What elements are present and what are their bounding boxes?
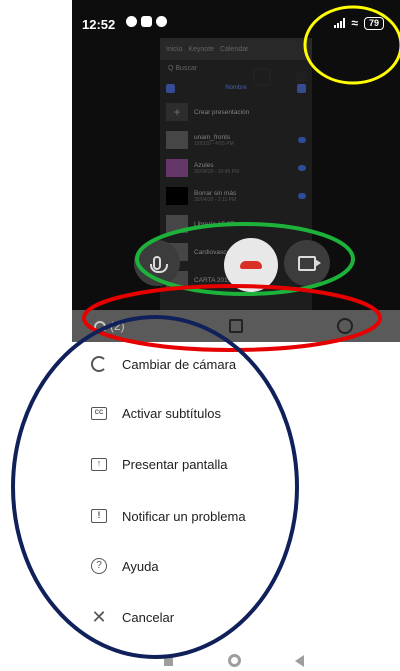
video-camera-icon [298, 255, 321, 271]
wifi-icon: ≈ [351, 16, 358, 30]
shield-icon [126, 16, 137, 27]
list-item: Azules 30/04/20 - 10:45 PM [160, 154, 312, 182]
help-icon: ? [90, 557, 108, 575]
drive-toolbar: Nombre [160, 78, 312, 98]
file-name: Azules [194, 161, 214, 169]
microphone-icon [150, 256, 168, 273]
drive-tab: Calendar [220, 45, 249, 53]
drive-tab: Inicio [166, 45, 183, 53]
call-tab-bar: (2) [72, 310, 400, 342]
file-thumbnail [166, 187, 188, 205]
switch-camera-icon [90, 355, 108, 373]
status-time: 12:52 [82, 17, 116, 32]
file-name: Librería 15.27 [194, 220, 235, 228]
app-notification-icon [141, 16, 152, 27]
battery-indicator: 79 [363, 16, 384, 30]
menu-label: Notificar un problema [122, 508, 246, 524]
sort-label: Nombre [225, 85, 247, 91]
file-name: Borrar sin más [194, 189, 237, 197]
drive-tab: Keynote [188, 45, 215, 53]
folder-icon [166, 83, 175, 93]
menu-item-present-screen[interactable]: ↑ Presentar pantalla [0, 444, 400, 484]
captions-icon: CC [90, 404, 108, 422]
menu-label: Ayuda [122, 558, 159, 574]
view-icon [297, 83, 306, 93]
menu-item-help[interactable]: ? Ayuda [0, 546, 400, 586]
drive-tabs: Inicio Keynote Calendar [160, 38, 312, 60]
menu-item-captions[interactable]: CC Activar subtítulos [0, 393, 400, 433]
feedback-icon: ! [90, 507, 108, 525]
tab-chat[interactable] [229, 319, 243, 333]
people-icon [94, 321, 106, 331]
present-screen-icon: ↑ [90, 455, 108, 473]
file-thumbnail [166, 159, 188, 177]
camera-toggle-button[interactable] [284, 240, 330, 286]
tab-info[interactable] [337, 318, 353, 334]
menu-label: Cambiar de cámara [122, 356, 237, 372]
file-date: 30/04/20 - 10:45 PM [194, 168, 240, 175]
cloud-icon [298, 165, 306, 171]
end-call-button[interactable] [224, 238, 278, 292]
signal-icon [334, 18, 346, 28]
file-name: Crear presentación [194, 108, 250, 116]
status-bar: 12:52 ≈ 79 [72, 0, 400, 34]
add-icon: + [166, 103, 188, 121]
menu-label: Activar subtítulos [122, 405, 221, 421]
mute-button[interactable] [134, 240, 180, 286]
menu-item-cancel[interactable]: ✕ Cancelar [0, 597, 400, 637]
menu-label: Presentar pantalla [122, 456, 228, 472]
location-icon [156, 16, 167, 27]
tab-participants[interactable]: (2) [94, 319, 125, 333]
list-item: Librería 15.27 [160, 210, 312, 238]
participant-count: (2) [110, 319, 125, 333]
close-icon: ✕ [91, 607, 107, 627]
status-right: ≈ 79 [334, 16, 384, 30]
system-nav-bar [0, 640, 400, 671]
file-date: 1/05/20 - 4:55 PM [194, 140, 234, 147]
file-name: unam_fronts [194, 133, 231, 141]
cloud-icon [298, 193, 306, 199]
menu-label: Cancelar [122, 609, 175, 625]
recents-button[interactable] [164, 657, 173, 666]
call-screen: 12:52 ≈ 79 Inicio Keynote Calendar Q Bus… [72, 0, 400, 310]
drive-search: Q Buscar [168, 65, 198, 72]
file-thumbnail [166, 215, 188, 233]
back-button[interactable] [295, 655, 304, 667]
notification-icons [126, 16, 167, 27]
menu-item-switch-camera[interactable]: Cambiar de cámara [0, 344, 400, 384]
file-date: 28/04/20 - 3:11 PM [194, 196, 237, 203]
list-item: + Crear presentación [160, 98, 312, 126]
list-item: unam_fronts 1/05/20 - 4:55 PM [160, 126, 312, 154]
hang-up-icon [240, 261, 262, 269]
menu-item-report-problem[interactable]: ! Notificar un problema [0, 496, 400, 536]
file-thumbnail [166, 131, 188, 149]
home-button[interactable] [228, 654, 241, 667]
cloud-icon [298, 137, 306, 143]
list-item: Borrar sin más 28/04/20 - 3:11 PM [160, 182, 312, 210]
